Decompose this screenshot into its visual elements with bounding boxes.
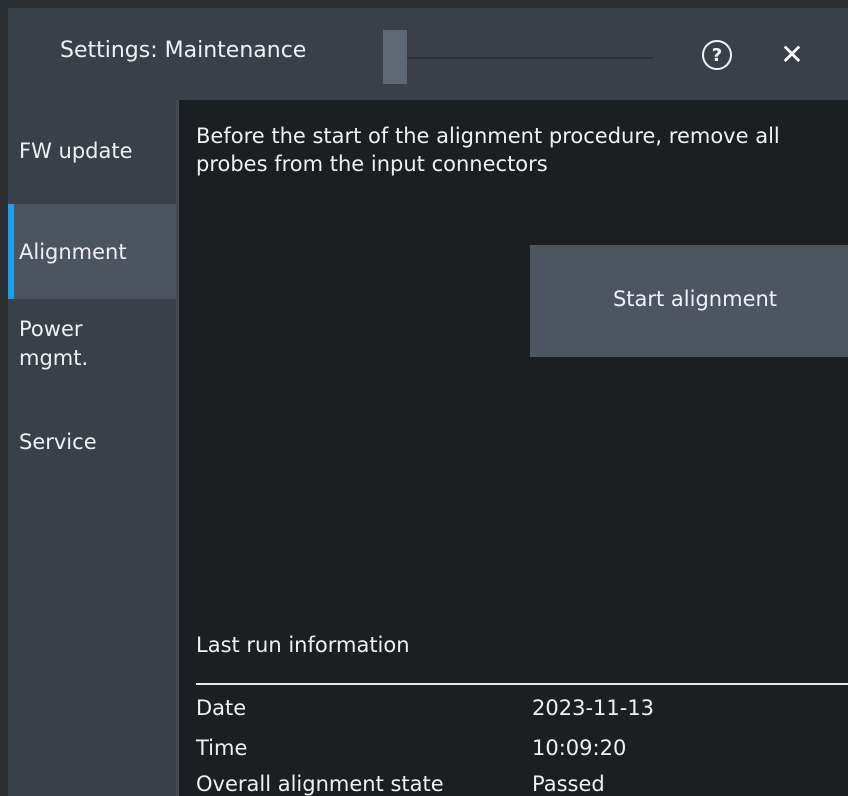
sidebar-item-power-mgmt[interactable]: Power mgmt.	[8, 315, 128, 373]
info-row-state: Overall alignment state Passed	[196, 772, 848, 796]
sidebar-item-label: Service	[19, 430, 97, 454]
settings-window: Settings: Maintenance ? ✕ FW update Alig…	[8, 8, 848, 796]
close-icon[interactable]: ✕	[774, 36, 810, 72]
sidebar-item-label: Alignment	[19, 240, 127, 264]
sidebar-item-label: Power mgmt.	[19, 317, 89, 370]
info-row-time: Time 10:09:20	[196, 736, 848, 766]
transparency-slider-track[interactable]	[383, 57, 653, 59]
sidebar-item-service[interactable]: Service	[8, 428, 176, 457]
sidebar-item-fw-update[interactable]: FW update	[8, 137, 176, 166]
transparency-slider-handle[interactable]	[383, 30, 407, 84]
info-label: Time	[196, 736, 248, 760]
alignment-panel: Before the start of the alignment proced…	[179, 100, 848, 796]
info-value: Passed	[532, 772, 605, 796]
window-title: Settings: Maintenance	[60, 38, 307, 63]
info-label: Date	[196, 696, 247, 720]
sidebar-item-label: FW update	[19, 139, 133, 163]
sidebar-item-alignment[interactable]: Alignment	[8, 204, 176, 299]
sidebar: FW update Alignment Power mgmt. Service	[8, 100, 176, 796]
start-alignment-button[interactable]: Start alignment	[530, 245, 848, 357]
info-value: 2023-11-13	[532, 696, 655, 720]
active-tab-indicator	[8, 204, 14, 299]
section-divider	[196, 683, 848, 685]
last-run-title: Last run information	[196, 633, 410, 657]
help-icon[interactable]: ?	[702, 40, 732, 70]
start-alignment-label: Start alignment	[612, 287, 778, 311]
info-row-date: Date 2023-11-13	[196, 696, 848, 726]
info-label: Overall alignment state	[196, 772, 444, 796]
alignment-instruction: Before the start of the alignment proced…	[196, 124, 780, 176]
title-bar[interactable]: Settings: Maintenance ? ✕	[8, 8, 848, 100]
info-value: 10:09:20	[532, 736, 627, 760]
